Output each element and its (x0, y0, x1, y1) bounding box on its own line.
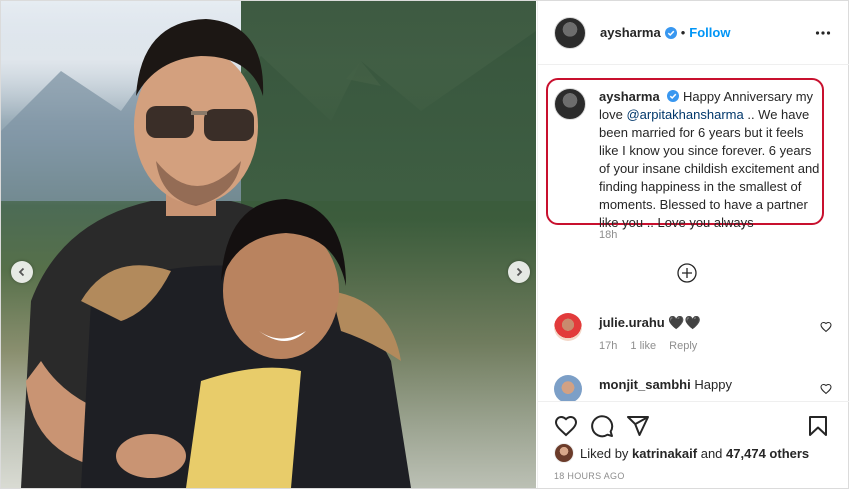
likes-prefix: Liked by (580, 445, 629, 461)
author-avatar[interactable] (554, 16, 586, 49)
liker-username[interactable]: katrinakaif (632, 446, 697, 461)
post-timestamp[interactable]: 18 HOURS AGO (554, 471, 625, 481)
comment-item: monjit_sambhi Happy (554, 375, 844, 401)
author-username[interactable]: aysharma (600, 25, 661, 40)
commenter-username[interactable]: julie.urahu (599, 315, 665, 330)
plus-circle-icon[interactable] (677, 263, 697, 283)
post-photo[interactable] (1, 1, 536, 488)
likes-count[interactable]: 47,474 others (726, 446, 809, 461)
bookmark-icon[interactable] (806, 414, 830, 438)
comment-body: Happy (694, 377, 732, 392)
verified-badge-icon (667, 90, 680, 102)
likes-summary: Liked by katrinakaif and 47,474 others (554, 443, 809, 463)
comment-item: julie.urahu 🖤🖤 17h 1 like Reply (554, 313, 844, 359)
heart-icon[interactable] (820, 383, 832, 395)
chevron-left-icon (18, 267, 25, 277)
liker-avatar[interactable] (554, 443, 574, 463)
caption-username[interactable]: aysharma (599, 89, 660, 104)
caption-mention-link[interactable]: @arpitakhansharma (626, 107, 743, 122)
comment-like-count[interactable]: 1 like (630, 340, 656, 352)
heart-icon[interactable] (554, 414, 578, 438)
carousel-prev-button[interactable] (11, 261, 33, 283)
carousel-next-button[interactable] (508, 261, 530, 283)
chevron-right-icon (516, 267, 523, 277)
post-side-panel: aysharma • Follow aysharma Happy Anniver… (537, 1, 849, 488)
comment-time: 17h (599, 340, 618, 352)
comment-icon[interactable] (590, 414, 614, 438)
commenter-username[interactable]: monjit_sambhi (599, 377, 691, 392)
commenter-avatar[interactable] (554, 375, 582, 401)
comment-body: 🖤🖤 (668, 315, 701, 330)
caption-author-avatar[interactable] (554, 88, 586, 120)
couple-photo-subjects (21, 19, 411, 488)
comment-text: monjit_sambhi Happy (599, 377, 732, 392)
caption-text: aysharma Happy Anniversary my love @arpi… (599, 88, 823, 232)
heart-icon[interactable] (820, 321, 832, 333)
follow-button[interactable]: Follow (689, 25, 730, 40)
commenter-avatar[interactable] (554, 313, 582, 341)
caption-time: 18h (599, 229, 618, 241)
caption-body-end: .. We have been married for 6 years but … (599, 107, 820, 230)
likes-connector: and (700, 445, 723, 461)
more-options-icon[interactable] (815, 25, 831, 41)
comment-reply-button[interactable]: Reply (669, 340, 697, 352)
paper-plane-icon[interactable] (626, 414, 650, 438)
post-header: aysharma • Follow (538, 1, 849, 65)
header-separator: • (680, 25, 686, 40)
comment-meta: 17h 1 like Reply (599, 340, 707, 352)
action-bar (538, 401, 849, 447)
comment-text: julie.urahu 🖤🖤 (599, 315, 701, 331)
verified-badge-icon (664, 26, 677, 39)
